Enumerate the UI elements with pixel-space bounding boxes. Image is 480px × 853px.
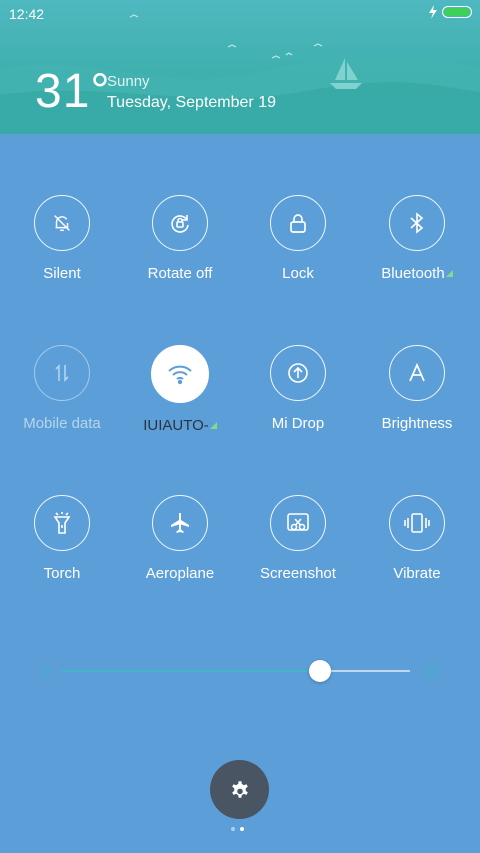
slider-thumb[interactable]: [308, 660, 331, 682]
temperature: 31°: [35, 65, 111, 118]
vibrate-icon: [404, 513, 430, 533]
toggle-label: Brightness: [381, 415, 453, 432]
toggle-label: Mi Drop: [271, 415, 325, 432]
toggle-torch[interactable]: Torch: [2, 495, 122, 582]
toggle-label: Vibrate: [393, 565, 441, 582]
brightness-slider[interactable]: [40, 660, 440, 682]
lock-icon: [290, 214, 306, 233]
signal-indicator-icon: [445, 270, 453, 277]
bluetooth-icon: [410, 212, 424, 234]
status-icons: [428, 5, 472, 19]
toggle-screenshot[interactable]: Screenshot: [238, 495, 358, 582]
toggle-label: Mobile data: [23, 415, 101, 432]
brightness-high-icon: [423, 663, 439, 679]
brightness-low-icon: [43, 667, 51, 675]
toggle-label: Rotate off: [147, 265, 213, 282]
page-dot: [231, 827, 235, 831]
toggle-aeroplane[interactable]: Aeroplane: [120, 495, 240, 582]
toggle-brightness[interactable]: Brightness: [357, 345, 477, 432]
toggle-label: Screenshot: [260, 565, 336, 582]
battery-icon: [442, 6, 472, 18]
toggle-label: Aeroplane: [145, 565, 215, 582]
toggle-silent[interactable]: Silent: [2, 195, 122, 282]
toggle-label: Bluetooth: [357, 265, 477, 282]
toggle-label: Lock: [282, 265, 314, 282]
toggle-rotate-off[interactable]: Rotate off: [120, 195, 240, 282]
screenshot-icon: [287, 513, 309, 531]
slider-track[interactable]: [62, 660, 410, 682]
page-indicator: [231, 827, 244, 831]
page-dot-active: [240, 827, 244, 831]
slider-fill: [62, 670, 320, 672]
airplane-icon: [171, 513, 189, 533]
wifi-icon: [168, 365, 192, 385]
bell-off-icon: [54, 215, 70, 232]
toggle-label: Silent: [43, 265, 81, 282]
signal-indicator-icon: [209, 422, 217, 429]
torch-icon: [53, 512, 71, 534]
toggle-vibrate[interactable]: Vibrate: [357, 495, 477, 582]
weather-header: 12:42 31° Sunny Tuesday, September 19: [0, 0, 480, 134]
status-time: 12:42: [9, 6, 45, 22]
toggle-bluetooth[interactable]: Bluetooth: [357, 195, 477, 282]
mi-drop-icon: [288, 363, 308, 383]
brightness-auto-icon: [409, 363, 425, 382]
settings-button[interactable]: [210, 760, 269, 819]
charging-icon: [429, 5, 437, 19]
toggle-mi-drop[interactable]: Mi Drop: [238, 345, 358, 432]
weather-condition: Sunny: [107, 73, 150, 90]
rotate-lock-icon: [171, 215, 189, 233]
toggle-wifi[interactable]: IUIAUTO-: [120, 345, 240, 434]
date: Tuesday, September 19: [107, 94, 276, 111]
toggle-label: Torch: [43, 565, 81, 582]
mobile-data-icon: [55, 364, 69, 382]
toggle-mobile-data[interactable]: Mobile data: [2, 345, 122, 432]
toggle-label: IUIAUTO-: [120, 417, 240, 434]
gear-icon: [231, 780, 248, 798]
toggle-lock[interactable]: Lock: [238, 195, 358, 282]
